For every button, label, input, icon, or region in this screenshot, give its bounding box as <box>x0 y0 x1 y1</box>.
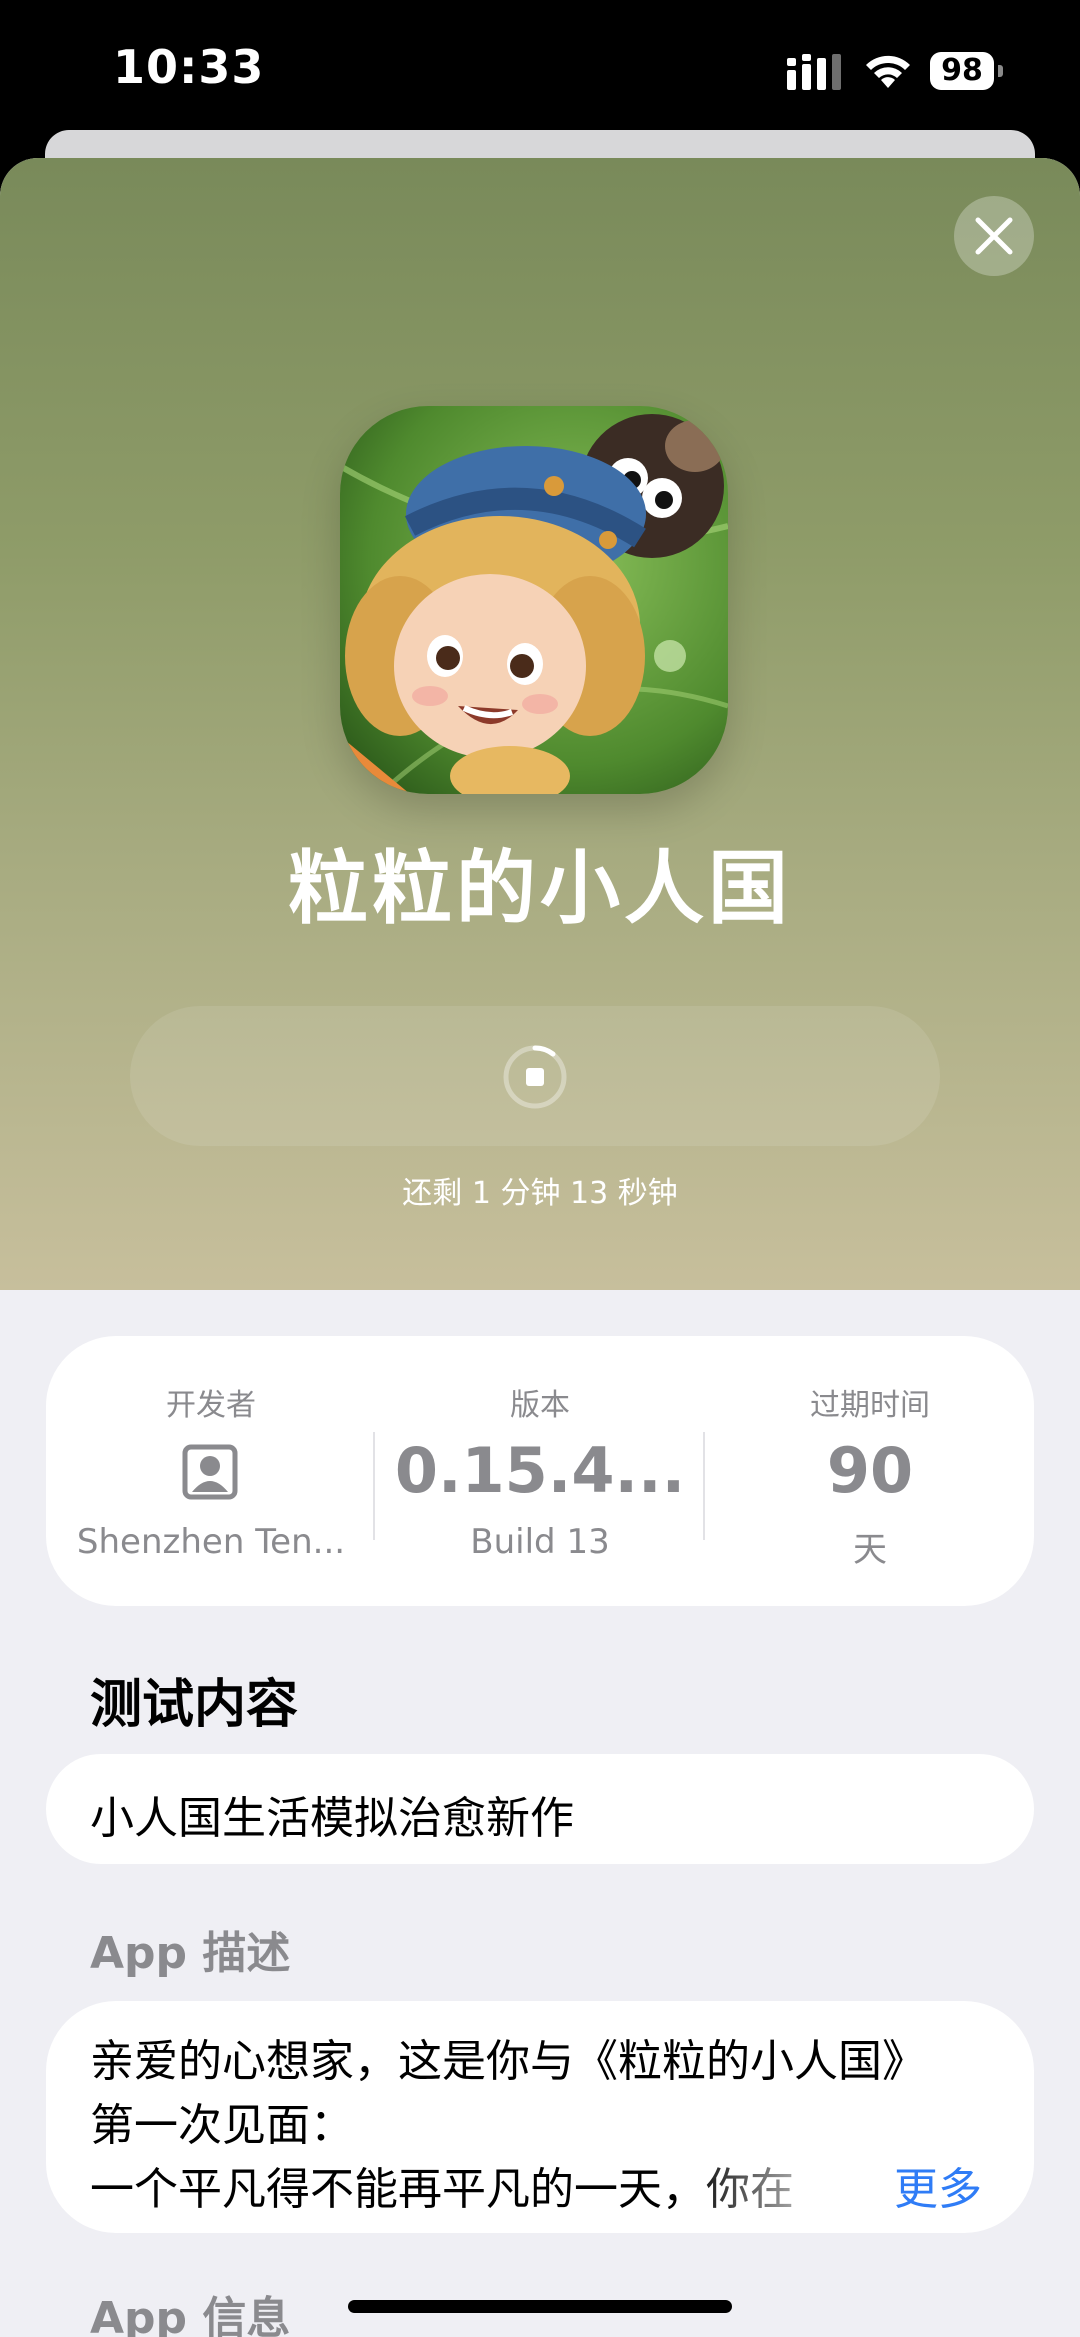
app-name: 粒粒的小人国 <box>288 842 792 935</box>
app-icon <box>340 406 728 794</box>
test-content-title: 测试内容 <box>90 1675 299 1735</box>
status-bar: 10:33 98 <box>0 0 1080 140</box>
test-content-card: 小人国生活模拟治愈新作 <box>46 1754 1034 1864</box>
developer-label: 开发者 <box>166 1388 256 1423</box>
cellular-signal-icon <box>787 54 841 90</box>
close-icon <box>975 217 1013 255</box>
close-button[interactable] <box>954 196 1034 276</box>
developer-info: 开发者 Shenzhen Ten... <box>46 1336 376 1606</box>
description-fade <box>686 2151 886 2221</box>
battery-level: 98 <box>930 52 994 90</box>
description-card: 亲爱的心想家，这是你与《粒粒的小人国》 第一次见面： 一个平凡得不能再平凡的一天… <box>46 2001 1034 2233</box>
test-content-text: 小人国生活模拟治愈新作 <box>90 1793 574 1844</box>
description-line: 亲爱的心想家，这是你与《粒粒的小人国》 <box>90 2036 926 2087</box>
description-title: App 描述 <box>90 1928 291 1979</box>
app-hero: 粒粒的小人国 还剩 1 分钟 13 秒钟 <box>0 158 1080 1290</box>
wifi-icon <box>866 55 910 88</box>
version-label: 版本 <box>510 1388 570 1423</box>
expiry-unit: 天 <box>853 1530 887 1570</box>
info-card: 开发者 Shenzhen Ten... 版本 0.15.4... Build 1… <box>46 1336 1034 1606</box>
expiry-value: 90 <box>826 1434 914 1507</box>
download-progress-ring-icon <box>503 1045 567 1109</box>
time-remaining: 还剩 1 分钟 13 秒钟 <box>402 1176 678 1211</box>
expiry-info: 过期时间 90 天 <box>705 1336 1035 1606</box>
build-number: Build 13 <box>470 1522 610 1562</box>
home-indicator[interactable] <box>348 2300 732 2313</box>
expiry-label: 过期时间 <box>810 1388 930 1423</box>
stop-download-button[interactable] <box>502 1044 568 1110</box>
version-info: 版本 0.15.4... Build 13 <box>375 1336 705 1606</box>
more-button[interactable]: 更多 <box>894 2153 982 2217</box>
developer-person-icon <box>182 1444 238 1500</box>
description-line: 第一次见面： <box>90 2100 354 2151</box>
status-time: 10:33 <box>113 40 265 94</box>
battery-icon: 98 <box>930 52 1003 90</box>
app-info-title: App 信息 <box>90 2293 291 2337</box>
app-detail-sheet: 粒粒的小人国 还剩 1 分钟 13 秒钟 开发者 Shenzhen Ten...… <box>0 158 1080 2337</box>
developer-name: Shenzhen Ten... <box>76 1522 346 1562</box>
version-value: 0.15.4... <box>394 1434 686 1507</box>
